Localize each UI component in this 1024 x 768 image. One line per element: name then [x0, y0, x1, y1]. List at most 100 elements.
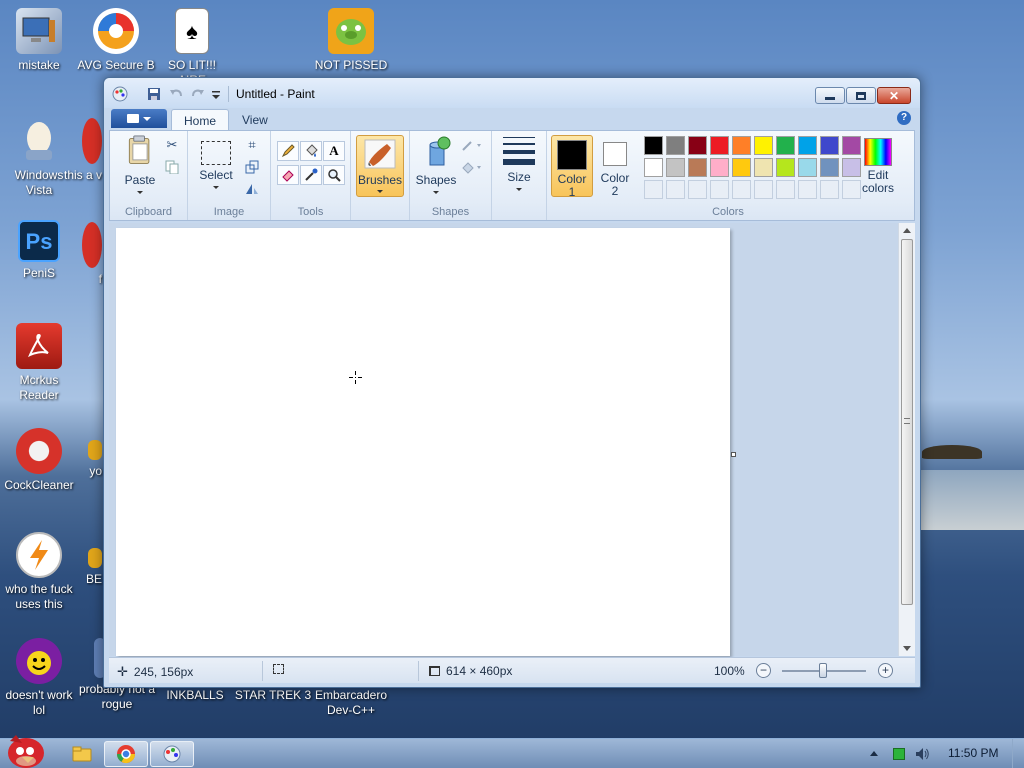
magnifier-icon[interactable] — [323, 165, 345, 185]
desktop-icon-acrobat[interactable]: Mcrkus Reader — [0, 323, 78, 403]
outline-icon[interactable] — [460, 136, 486, 154]
palette-swatch[interactable] — [820, 158, 839, 177]
brushes-button[interactable]: Brushes — [356, 135, 404, 197]
rotate-icon[interactable] — [242, 180, 262, 198]
custom-color-slot[interactable] — [798, 180, 817, 199]
palette-swatch[interactable] — [688, 158, 707, 177]
close-icon: ✕ — [888, 88, 900, 103]
shapes-button[interactable]: Shapes — [414, 135, 458, 194]
palette-swatch[interactable] — [666, 158, 685, 177]
desktop-icon-inkballs[interactable]: INKBALLS — [156, 688, 234, 703]
select-button[interactable]: Select — [196, 135, 236, 189]
vertical-scrollbar[interactable] — [898, 223, 915, 656]
scrollbar-thumb[interactable] — [901, 239, 913, 605]
zoom-slider-thumb[interactable] — [819, 663, 827, 678]
save-icon[interactable] — [146, 86, 162, 102]
redo-icon[interactable] — [190, 86, 206, 102]
custom-color-slot[interactable] — [666, 180, 685, 199]
crop-icon[interactable]: ⌗ — [242, 136, 262, 154]
image-group-label: Image — [213, 206, 245, 218]
copy-icon[interactable] — [162, 158, 182, 176]
minimize-button[interactable] — [815, 87, 845, 104]
cut-icon[interactable]: ✂ — [162, 136, 182, 154]
palette-swatch[interactable] — [776, 136, 795, 155]
undo-icon[interactable] — [168, 86, 184, 102]
close-button[interactable]: ✕ — [877, 87, 911, 104]
desktop-icon-solitaire[interactable]: ♠ SO LIT!!! AIRE — [153, 8, 231, 88]
title-bar[interactable]: Untitled - Paint ✕ — [104, 78, 920, 108]
custom-color-slot[interactable] — [710, 180, 729, 199]
palette-swatch[interactable] — [798, 136, 817, 155]
resize-icon[interactable] — [242, 158, 262, 176]
desktop-icon-yahoo[interactable]: doesn't work lol — [0, 638, 78, 718]
app-icon — [88, 440, 102, 460]
palette-swatch[interactable] — [710, 158, 729, 177]
taskbar-explorer-button[interactable] — [60, 741, 104, 767]
palette-swatch[interactable] — [732, 136, 751, 155]
customize-toolbar-icon[interactable] — [210, 86, 226, 102]
eraser-icon[interactable] — [277, 165, 299, 185]
start-button[interactable] — [2, 731, 46, 768]
tab-home[interactable]: Home — [171, 109, 230, 130]
tab-view[interactable]: View — [230, 109, 280, 130]
palette-swatch[interactable] — [644, 136, 663, 155]
custom-color-slot[interactable] — [732, 180, 751, 199]
custom-color-slot[interactable] — [644, 180, 663, 199]
palette-swatch[interactable] — [776, 158, 795, 177]
palette-swatch[interactable] — [754, 136, 773, 155]
shapes-label: Shapes — [415, 173, 457, 187]
color-2-button[interactable]: Color 2 — [594, 135, 636, 198]
taskbar-chrome-button[interactable] — [104, 741, 148, 767]
edit-colors-button[interactable]: Edit colors — [856, 135, 900, 197]
paint-menu-button[interactable] — [111, 109, 167, 128]
clock[interactable]: 11:50 PM — [948, 746, 998, 760]
paint-app-icon[interactable] — [112, 86, 128, 102]
palette-swatch[interactable] — [820, 136, 839, 155]
palette-swatch[interactable] — [732, 158, 751, 177]
taskbar-paint-button[interactable] — [150, 741, 194, 767]
volume-icon[interactable] — [914, 746, 930, 762]
fill-shape-icon[interactable] — [460, 158, 486, 176]
zoom-in-button[interactable]: + — [878, 663, 893, 678]
help-icon[interactable]: ? — [897, 111, 911, 125]
canvas-resize-handle[interactable] — [731, 452, 736, 457]
desktop-icon-star-trek[interactable]: STAR TREK 3 — [234, 688, 312, 703]
palette-swatch[interactable] — [798, 158, 817, 177]
palette-swatch[interactable] — [644, 158, 663, 177]
drawing-canvas[interactable] — [116, 228, 730, 656]
zoom-out-button[interactable]: − — [756, 663, 771, 678]
desktop-icon-label: STAR TREK 3 — [234, 688, 312, 702]
scroll-up-icon[interactable] — [903, 228, 911, 233]
custom-color-slot[interactable] — [776, 180, 795, 199]
battery-icon[interactable] — [893, 748, 905, 760]
desktop-icon-partial-1[interactable]: this a v — [52, 118, 102, 183]
palette-swatch[interactable] — [754, 158, 773, 177]
desktop-icon-partial-4[interactable]: BE — [72, 548, 102, 587]
palette-swatch[interactable] — [666, 136, 685, 155]
color-1-button[interactable]: Color 1 — [551, 135, 593, 199]
desktop-icon-not-pissed[interactable]: NOT PISSED — [312, 8, 390, 73]
show-hidden-icons-icon[interactable] — [870, 751, 878, 756]
size-button[interactable]: Size — [500, 135, 538, 191]
custom-color-slot[interactable] — [754, 180, 773, 199]
desktop-icon-avg-secure[interactable]: AVG Secure B — [77, 8, 155, 73]
text-icon[interactable]: A — [323, 141, 345, 161]
palette-swatch[interactable] — [688, 136, 707, 155]
scroll-down-icon[interactable] — [903, 646, 911, 651]
restore-button[interactable] — [846, 87, 876, 104]
desktop-icon-winamp[interactable]: who the fuck uses this — [0, 532, 78, 612]
desktop-icon-embarcadero[interactable]: Embarcadero Dev-C++ — [312, 688, 390, 718]
pencil-icon[interactable] — [277, 141, 299, 161]
custom-color-slot[interactable] — [688, 180, 707, 199]
color-2-swatch — [603, 142, 627, 166]
show-desktop-button[interactable] — [1012, 739, 1024, 768]
custom-color-slot[interactable] — [820, 180, 839, 199]
palette-swatch[interactable] — [710, 136, 729, 155]
desktop-icon-partial-3[interactable]: yo — [72, 440, 102, 479]
color-picker-icon[interactable] — [300, 165, 322, 185]
paste-button[interactable]: Paste — [116, 135, 164, 194]
desktop-icon-ccleaner[interactable]: CockCleaner — [0, 428, 78, 493]
fill-icon[interactable] — [300, 141, 322, 161]
desktop-icon-partial-2[interactable]: f — [52, 222, 102, 287]
desktop-icon-mistake[interactable]: mistake — [0, 8, 78, 73]
